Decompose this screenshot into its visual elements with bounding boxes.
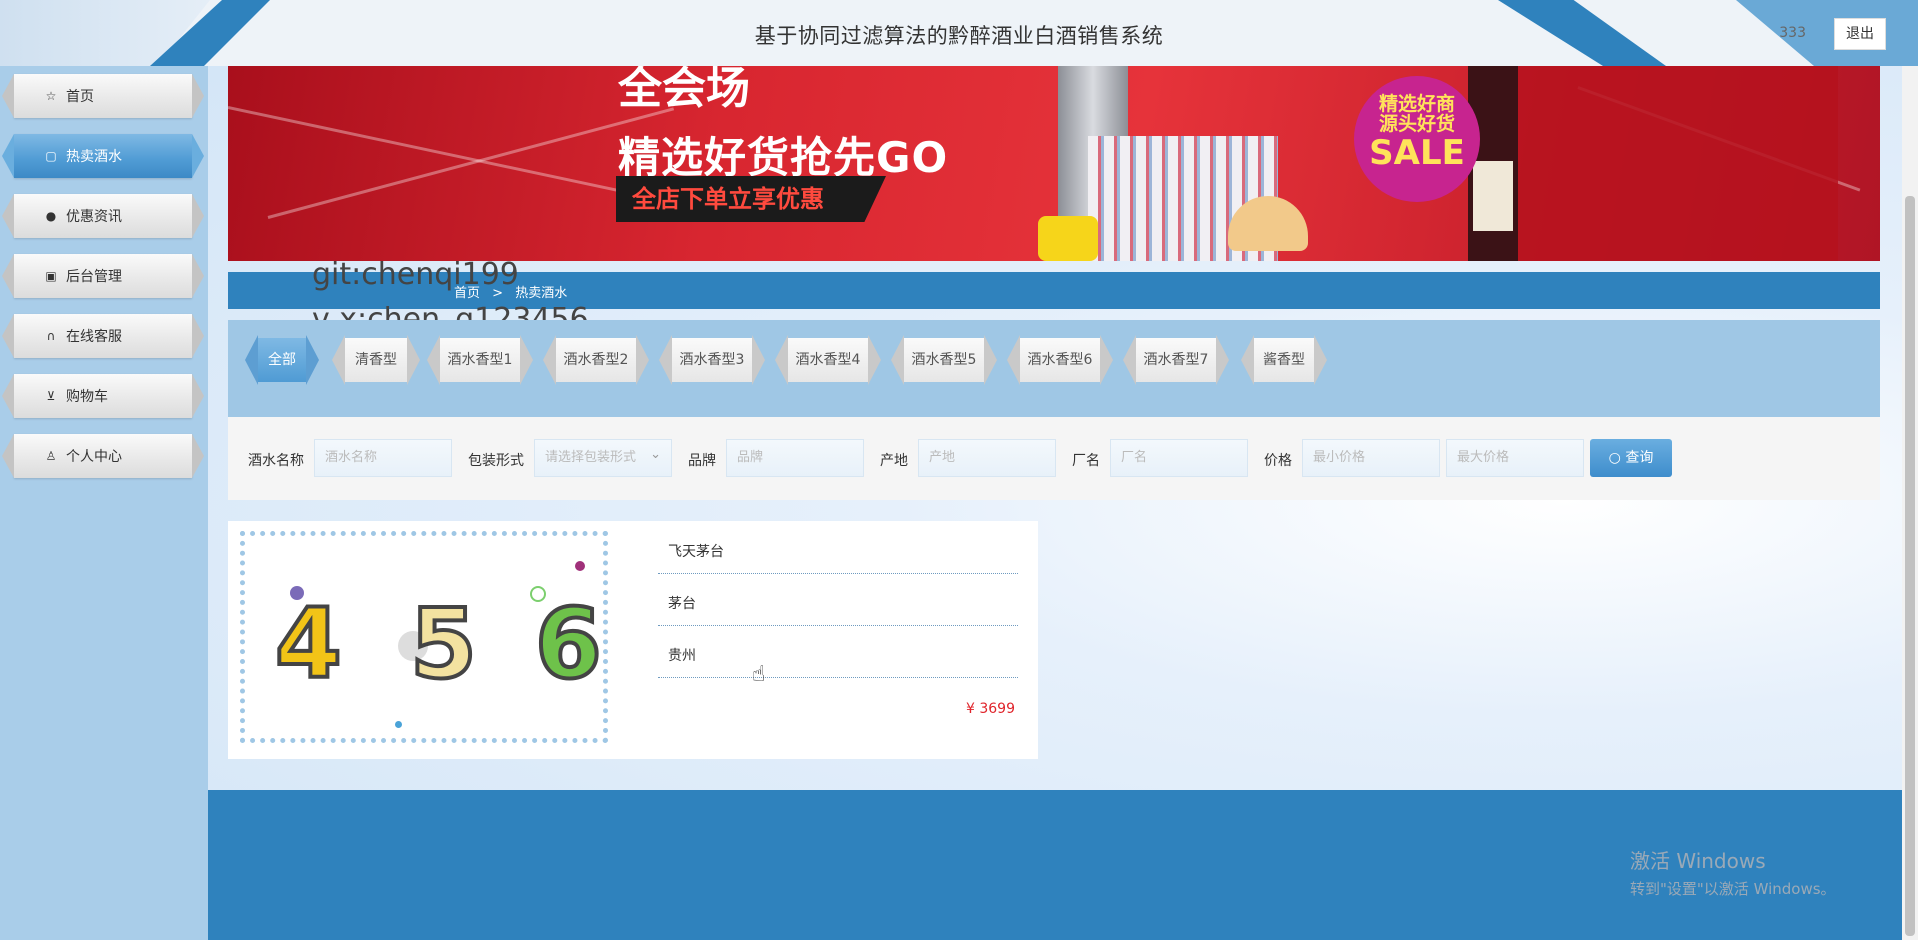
name-label: 酒水名称 (248, 453, 304, 469)
price-label: 价格 (1264, 453, 1292, 469)
username-label: 333 (1779, 25, 1806, 41)
product-brand-row: 茅台 (658, 573, 1018, 626)
brand-input[interactable]: 品牌 (726, 439, 864, 477)
product-name-row: 飞天茅台 (658, 521, 1018, 574)
star-icon: ☆ (45, 89, 57, 103)
tab-type3[interactable]: 酒水香型3 (672, 338, 752, 382)
sale-badge-line3: SALE (1369, 133, 1465, 173)
product-image-digit: 4 (273, 586, 344, 702)
search-button[interactable]: ○ 查询 (1590, 439, 1672, 477)
min-price-input[interactable]: 最小价格 (1302, 439, 1440, 477)
site-title: 基于协同过滤算法的黔醉酒业白酒销售系统 (754, 24, 1164, 48)
banner-subheadline: 精选好货抢先GO (618, 133, 949, 182)
tab-type7[interactable]: 酒水香型7 (1136, 338, 1216, 382)
tab-type5[interactable]: 酒水香型5 (904, 338, 984, 382)
watermark-line1: git:chenqi199 (312, 257, 519, 292)
banner-tag: 全店下单立享优惠 (616, 176, 886, 222)
tab-jiangxiang[interactable]: 酱香型 (1254, 338, 1314, 382)
top-header: 基于协同过滤算法的黔醉酒业白酒销售系统 333 退出 (0, 0, 1918, 66)
windows-activation-watermark: 激活 Windows 转到"设置"以激活 Windows。 (1630, 845, 1836, 899)
search-form: 酒水名称 酒水名称 包装形式 请选择包装形式 品牌 品牌 产地 产地 厂名 厂名… (228, 417, 1880, 500)
logout-button[interactable]: 退出 (1834, 18, 1886, 50)
product-name[interactable]: 飞天茅台 (668, 541, 724, 561)
product-image[interactable]: 4 5 6 (240, 531, 608, 743)
max-price-input[interactable]: 最大价格 (1446, 439, 1584, 477)
sale-badge: 精选好商 源头好货 SALE (1354, 76, 1480, 202)
search-icon: ○ (1608, 450, 1621, 466)
sidebar-item-label: 购物车 (66, 389, 108, 405)
cart-icon: ⊻ (46, 389, 56, 403)
headset-icon: ∩ (46, 329, 56, 343)
product-brand: 茅台 (668, 596, 696, 612)
product-image-digit: 5 (408, 586, 479, 702)
brand-label: 品牌 (688, 453, 716, 469)
sidebar-item-profile[interactable]: ♙ 个人中心 (14, 434, 192, 478)
origin-input[interactable]: 产地 (918, 439, 1056, 477)
sidebar-item-admin[interactable]: ▣ 后台管理 (14, 254, 192, 298)
product-image-digit: 6 (533, 586, 603, 702)
windows-activation-hint: 转到"设置"以激活 Windows。 (1630, 880, 1836, 898)
search-button-label: 查询 (1625, 450, 1654, 466)
sidebar-item-hot-liquor[interactable]: ▢ 热卖酒水 (14, 134, 192, 178)
tab-all[interactable]: 全部 (258, 338, 306, 382)
product-price: ¥ 3699 (966, 701, 1015, 717)
info-icon: ● (45, 209, 57, 223)
product-origin: 贵州 (668, 648, 696, 664)
origin-label: 产地 (880, 453, 908, 469)
sidebar-item-support[interactable]: ∩ 在线客服 (14, 314, 192, 358)
tab-type1[interactable]: 酒水香型1 (440, 338, 520, 382)
sidebar-item-label: 个人中心 (66, 449, 122, 465)
tab-qingxiang[interactable]: 清香型 (345, 338, 407, 382)
sidebar-item-label: 优惠资讯 (66, 209, 122, 225)
hand-cursor-icon: ☝ (752, 662, 766, 687)
product-card[interactable]: 4 5 6 飞天茅台 茅台 贵州 ¥ 3699 (228, 521, 1038, 759)
banner-tape (1038, 216, 1098, 261)
sidebar-item-label: 热卖酒水 (66, 149, 122, 165)
windows-activation-title: 激活 Windows (1630, 849, 1766, 873)
sale-badge-line1: 精选好商 (1378, 93, 1455, 115)
sidebar-item-home[interactable]: ☆ 首页 (14, 74, 192, 118)
tab-type2[interactable]: 酒水香型2 (556, 338, 636, 382)
package-select[interactable]: 请选择包装形式 (534, 437, 672, 477)
sidebar-item-cart[interactable]: ⊻ 购物车 (14, 374, 192, 418)
sidebar-item-label: 后台管理 (66, 269, 122, 285)
breadcrumb-current: 热卖酒水 (515, 286, 568, 301)
category-tabs: 全部 清香型 酒水香型1 酒水香型2 酒水香型3 酒水香型4 酒水香型5 酒水香… (228, 320, 1880, 417)
scrollbar-thumb[interactable] (1905, 196, 1915, 936)
product-origin-row: 贵州 (658, 625, 1018, 678)
sidebar-item-label: 在线客服 (66, 329, 122, 345)
package-label: 包装形式 (468, 453, 524, 469)
factory-input[interactable]: 厂名 (1110, 439, 1248, 477)
bag-icon: ▢ (45, 149, 57, 163)
banner-headline: 全会场 (618, 66, 750, 114)
tab-type6[interactable]: 酒水香型6 (1020, 338, 1100, 382)
banner-gift-bag (1508, 66, 1838, 261)
gift-icon: ▣ (45, 269, 57, 283)
user-icon: ♙ (45, 449, 57, 463)
tab-type4[interactable]: 酒水香型4 (788, 338, 868, 382)
promo-banner[interactable]: 全会场 精选好货抢先GO 全店下单立享优惠 精选好商 源头好货 SALE (228, 66, 1880, 261)
factory-label: 厂名 (1072, 453, 1100, 469)
sale-badge-line2: 源头好货 (1378, 113, 1455, 135)
page-scrollbar[interactable] (1902, 66, 1918, 940)
sidebar-item-promotions[interactable]: ● 优惠资讯 (14, 194, 192, 238)
sidebar: ☆ 首页 ▢ 热卖酒水 ● 优惠资讯 ▣ 后台管理 ∩ 在线客服 ⊻ 购物车 ♙… (0, 66, 208, 940)
name-input[interactable]: 酒水名称 (314, 439, 452, 477)
banner-ray (267, 107, 675, 219)
sidebar-item-label: 首页 (66, 89, 94, 105)
